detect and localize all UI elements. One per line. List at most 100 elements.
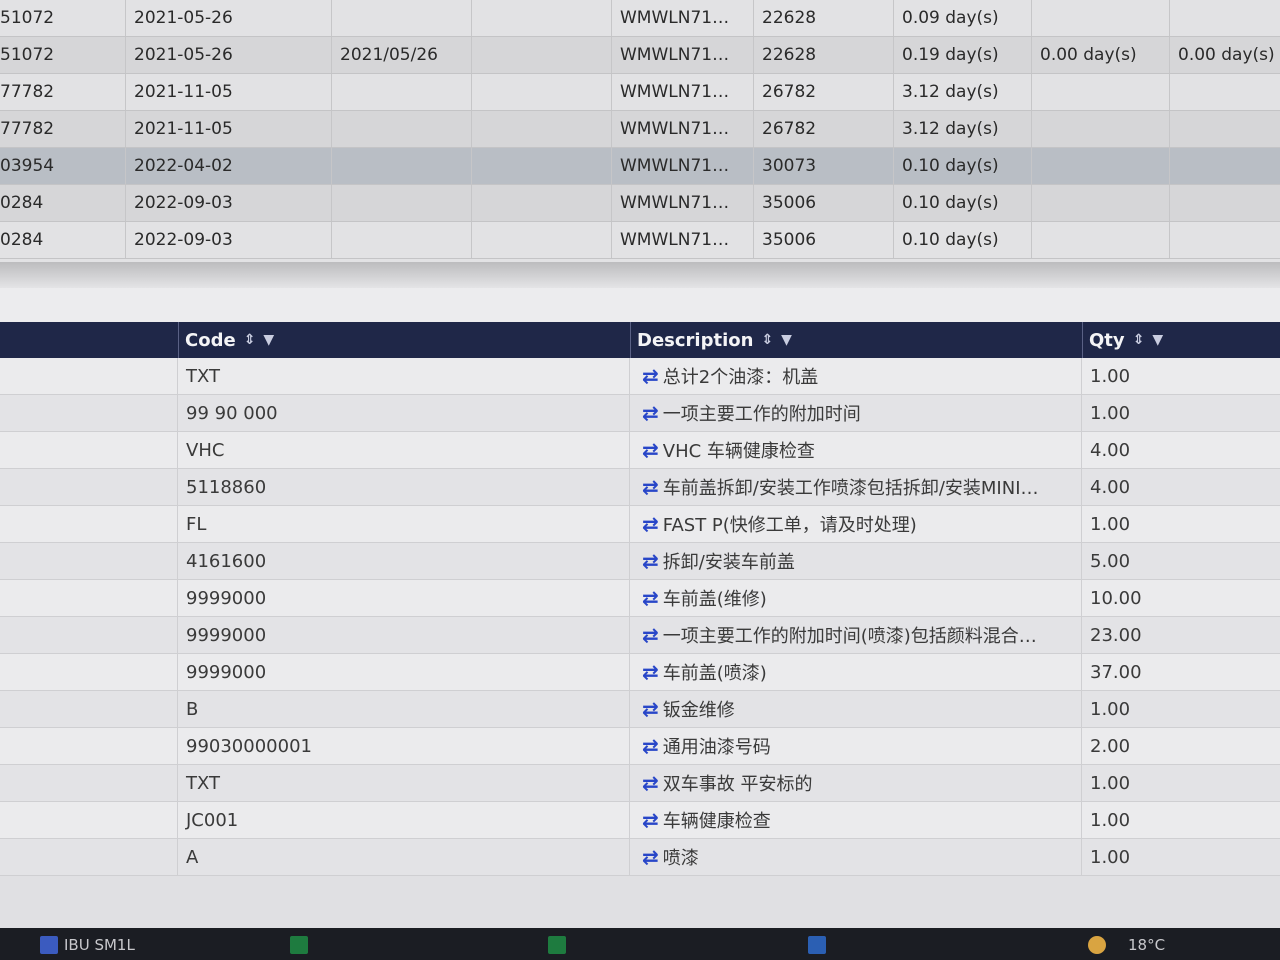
table-row[interactable]: 99030000001 ⇄ 通用油漆号码 2.00 bbox=[0, 728, 1280, 765]
history-duration-cell: 3.12 day(s) bbox=[894, 111, 1032, 147]
excel-icon[interactable] bbox=[548, 936, 566, 954]
word-icon[interactable] bbox=[808, 936, 826, 954]
history-row[interactable]: 51072 2021-05-26 2021/05/26 WMWLN71… 22628 0.… bbox=[0, 37, 1280, 74]
table-row[interactable]: FL ⇄ FAST P(快修工单，请及时处理) 1.00 bbox=[0, 506, 1280, 543]
row-selector-cell[interactable] bbox=[0, 691, 178, 727]
row-selector-cell[interactable] bbox=[0, 728, 178, 764]
row-selector-cell[interactable] bbox=[0, 839, 178, 875]
history-duration-cell: 3.12 day(s) bbox=[894, 74, 1032, 110]
table-row[interactable]: 9999000 ⇄ 一项主要工作的附加时间(喷漆)包括颜料混合… 23.00 bbox=[0, 617, 1280, 654]
sort-icon[interactable]: ⇕ bbox=[761, 332, 773, 348]
excel-icon[interactable] bbox=[290, 936, 308, 954]
history-date2-cell bbox=[332, 222, 472, 258]
row-selector-cell[interactable] bbox=[0, 617, 178, 653]
table-row[interactable]: 4161600 ⇄ 拆卸/安装车前盖 5.00 bbox=[0, 543, 1280, 580]
history-row[interactable]: 03954 2022-04-02 WMWLN71… 30073 0.10 day(s) bbox=[0, 148, 1280, 185]
filter-icon[interactable]: ▼ bbox=[781, 332, 792, 348]
filter-icon[interactable]: ▼ bbox=[1152, 332, 1163, 348]
history-empty-cell bbox=[472, 74, 612, 110]
row-selector-cell[interactable] bbox=[0, 580, 178, 616]
table-row[interactable]: JC001 ⇄ 车辆健康检查 1.00 bbox=[0, 802, 1280, 839]
qty-cell: 1.00 bbox=[1090, 772, 1131, 794]
swap-arrows-icon[interactable]: ⇄ bbox=[642, 475, 659, 499]
swap-arrows-icon[interactable]: ⇄ bbox=[642, 364, 659, 388]
taskbar-temperature[interactable]: 18°C bbox=[1128, 936, 1165, 954]
history-date-cell: 2021-05-26 bbox=[126, 37, 332, 73]
sort-icon[interactable]: ⇕ bbox=[1133, 332, 1145, 348]
column-header-qty[interactable]: Qty ⇕ ▼ bbox=[1082, 322, 1280, 358]
description-text: 一项主要工作的附加时间(喷漆)包括颜料混合… bbox=[662, 626, 1037, 647]
description-cell: ⇄ 总计2个油漆：机盖 bbox=[630, 358, 1082, 394]
swap-arrows-icon[interactable]: ⇄ bbox=[642, 771, 659, 795]
swap-arrows-icon[interactable]: ⇄ bbox=[642, 808, 659, 832]
history-row[interactable]: 0284 2022-09-03 WMWLN71… 35006 0.10 day(s) bbox=[0, 185, 1280, 222]
swap-arrows-icon[interactable]: ⇄ bbox=[642, 734, 659, 758]
os-taskbar: IBU SM1L 18°C bbox=[0, 928, 1280, 960]
filter-icon[interactable]: ▼ bbox=[263, 332, 274, 348]
description-cell: ⇄ 车前盖(维修) bbox=[630, 580, 1082, 616]
table-row[interactable]: B ⇄ 钣金维修 1.00 bbox=[0, 691, 1280, 728]
swap-arrows-icon[interactable]: ⇄ bbox=[642, 438, 659, 462]
description-cell: ⇄ 通用油漆号码 bbox=[630, 728, 1082, 764]
description-cell: ⇄ 喷漆 bbox=[630, 839, 1082, 875]
column-header-code[interactable]: Code ⇕ ▼ bbox=[178, 322, 628, 358]
row-selector-cell[interactable] bbox=[0, 358, 178, 394]
table-row[interactable]: 9999000 ⇄ 车前盖(喷漆) 37.00 bbox=[0, 654, 1280, 691]
app-icon[interactable] bbox=[40, 936, 58, 954]
history-duration3-cell bbox=[1170, 185, 1280, 221]
sort-icon[interactable]: ⇕ bbox=[244, 332, 256, 348]
swap-arrows-icon[interactable]: ⇄ bbox=[642, 697, 659, 721]
qty-cell: 1.00 bbox=[1090, 698, 1131, 720]
description-text: FAST P(快修工单，请及时处理) bbox=[662, 515, 917, 536]
description-cell: ⇄ VHC 车辆健康检查 bbox=[630, 432, 1082, 468]
code-cell: TXT bbox=[178, 358, 630, 394]
table-row[interactable]: 99 90 000 ⇄ 一项主要工作的附加时间 1.00 bbox=[0, 395, 1280, 432]
history-duration3-cell bbox=[1170, 74, 1280, 110]
history-row[interactable]: 77782 2021-11-05 WMWLN71… 26782 3.12 day(s) bbox=[0, 74, 1280, 111]
table-row[interactable]: 9999000 ⇄ 车前盖(维修) 10.00 bbox=[0, 580, 1280, 617]
table-row[interactable]: A ⇄ 喷漆 1.00 bbox=[0, 839, 1280, 876]
swap-arrows-icon[interactable]: ⇄ bbox=[642, 660, 659, 684]
history-mileage-cell: 26782 bbox=[754, 74, 894, 110]
swap-arrows-icon[interactable]: ⇄ bbox=[642, 512, 659, 536]
swap-arrows-icon[interactable]: ⇄ bbox=[642, 623, 659, 647]
items-grid-body: TXT ⇄ 总计2个油漆：机盖 1.00 99 90 000 ⇄ 一项主要工作的附加时间 1.… bbox=[0, 358, 1280, 876]
row-selector-cell[interactable] bbox=[0, 506, 178, 542]
table-row[interactable]: VHC ⇄ VHC 车辆健康检查 4.00 bbox=[0, 432, 1280, 469]
table-row[interactable]: TXT ⇄ 总计2个油漆：机盖 1.00 bbox=[0, 358, 1280, 395]
swap-arrows-icon[interactable]: ⇄ bbox=[642, 586, 659, 610]
history-duration-cell: 0.19 day(s) bbox=[894, 37, 1032, 73]
row-selector-cell[interactable] bbox=[0, 395, 178, 431]
swap-arrows-icon[interactable]: ⇄ bbox=[642, 401, 659, 425]
table-row[interactable]: 5118860 ⇄ 车前盖拆卸/安装工作喷漆包括拆卸/安装MINI… 4.00 bbox=[0, 469, 1280, 506]
row-selector-cell[interactable] bbox=[0, 469, 178, 505]
qty-cell: 2.00 bbox=[1090, 735, 1131, 757]
panel-splitter[interactable] bbox=[0, 262, 1280, 288]
row-selector-cell[interactable] bbox=[0, 543, 178, 579]
row-selector-cell[interactable] bbox=[0, 765, 178, 801]
code-cell: 5118860 bbox=[178, 469, 630, 505]
history-empty-cell bbox=[472, 185, 612, 221]
code-cell: 9999000 bbox=[178, 617, 630, 653]
code-cell: B bbox=[178, 691, 630, 727]
column-header-qty-label: Qty bbox=[1089, 329, 1125, 351]
table-row[interactable]: TXT ⇄ 双车事故 平安标的 1.00 bbox=[0, 765, 1280, 802]
row-selector-cell[interactable] bbox=[0, 432, 178, 468]
column-header-description[interactable]: Description ⇕ ▼ bbox=[630, 322, 1082, 358]
panel-gap bbox=[0, 288, 1280, 322]
code-cell: JC001 bbox=[178, 802, 630, 838]
history-row[interactable]: 51072 2021-05-26 WMWLN71… 22628 0.09 day(s) bbox=[0, 0, 1280, 37]
history-mileage-cell: 26782 bbox=[754, 111, 894, 147]
history-row[interactable]: 0284 2022-09-03 WMWLN71… 35006 0.10 day(s) bbox=[0, 222, 1280, 259]
history-id-cell: 03954 bbox=[0, 148, 126, 184]
qty-cell: 1.00 bbox=[1090, 365, 1131, 387]
row-selector-cell[interactable] bbox=[0, 802, 178, 838]
weather-icon[interactable] bbox=[1088, 936, 1106, 954]
swap-arrows-icon[interactable]: ⇄ bbox=[642, 549, 659, 573]
history-vin-cell: WMWLN71… bbox=[612, 111, 754, 147]
history-row[interactable]: 77782 2021-11-05 WMWLN71… 26782 3.12 day(s) bbox=[0, 111, 1280, 148]
taskbar-item-app[interactable]: IBU SM1L bbox=[64, 936, 135, 954]
qty-cell: 10.00 bbox=[1090, 587, 1142, 609]
swap-arrows-icon[interactable]: ⇄ bbox=[642, 845, 659, 869]
row-selector-cell[interactable] bbox=[0, 654, 178, 690]
